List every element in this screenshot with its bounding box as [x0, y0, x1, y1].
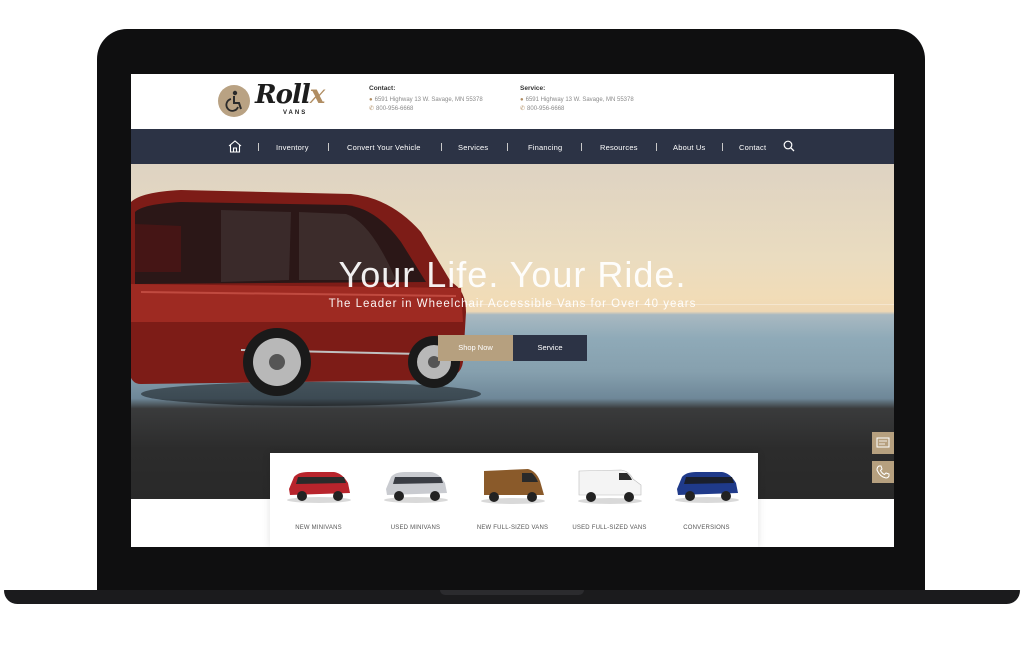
nav-separator — [441, 143, 442, 151]
category-label: USED MINIVANS — [390, 525, 441, 531]
nav-item-about-us[interactable]: About Us — [673, 129, 705, 164]
conversion-minivan-image — [675, 472, 739, 503]
nav-separator — [581, 143, 582, 151]
category-label: NEW MINIVANS — [295, 525, 342, 531]
used-minivan-image — [384, 472, 448, 503]
hero-banner: Your Life. Your Ride. The Leader in Whee… — [131, 164, 894, 499]
location-pin-icon: ● — [369, 97, 373, 103]
chat-button[interactable] — [872, 432, 894, 454]
service-address: ● 6591 Highway 13 W. Savage, MN 55378 — [520, 97, 634, 103]
main-nav: Inventory Convert Your Vehicle Services … — [131, 129, 894, 164]
search-icon[interactable] — [783, 140, 795, 152]
contact-address: ● 6591 Highway 13 W. Savage, MN 55378 — [369, 97, 483, 103]
wheelchair-logo-icon[interactable] — [218, 85, 250, 117]
category-used-full-sized-vans[interactable]: USED FULL-SIZED VANS — [561, 453, 658, 547]
category-label: NEW FULL-SIZED VANS — [476, 525, 549, 531]
home-icon[interactable] — [228, 140, 242, 153]
nav-separator — [507, 143, 508, 151]
category-conversions[interactable]: CONVERSIONS — [658, 453, 755, 547]
category-used-minivans[interactable]: USED MINIVANS — [367, 453, 464, 547]
new-full-sized-van-image — [481, 469, 545, 504]
nav-separator — [656, 143, 657, 151]
nav-item-contact[interactable]: Contact — [739, 129, 766, 164]
hero-subtitle: The Leader in Wheelchair Accessible Vans… — [328, 298, 697, 310]
service-title: Service: — [520, 85, 546, 92]
used-full-sized-van-image — [578, 469, 642, 504]
call-button[interactable] — [872, 461, 894, 483]
service-info: Service: ● 6591 Highway 13 W. Savage, MN … — [520, 84, 634, 114]
category-new-minivans[interactable]: NEW MINIVANS — [270, 453, 367, 547]
vehicle-categories: NEW MINIVANS USED MINIVANS NEW FULL-SIZE… — [270, 453, 758, 547]
nav-separator — [722, 143, 723, 151]
contact-phone[interactable]: ✆ 800-956-6668 — [369, 105, 483, 114]
nav-item-inventory[interactable]: Inventory — [276, 129, 309, 164]
phone-icon — [876, 465, 890, 479]
shop-now-button[interactable]: Shop Now — [438, 335, 513, 361]
category-label: CONVERSIONS — [683, 525, 730, 531]
service-phone[interactable]: ✆ 800-956-6668 — [520, 105, 634, 114]
new-minivan-image — [287, 472, 351, 503]
logo-text[interactable]: Rollx — [255, 80, 325, 110]
nav-separator — [328, 143, 329, 151]
hero-title: Your Life. Your Ride. — [338, 254, 687, 295]
service-button[interactable]: Service — [513, 335, 587, 361]
contact-info: Contact: ● 6591 Highway 13 W. Savage, MN … — [369, 84, 483, 114]
category-new-full-sized-vans[interactable]: NEW FULL-SIZED VANS — [464, 453, 561, 547]
nav-item-financing[interactable]: Financing — [528, 129, 562, 164]
laptop-notch — [440, 590, 584, 595]
contact-title: Contact: — [369, 85, 396, 92]
phone-icon: ✆ — [520, 106, 526, 112]
category-label: USED FULL-SIZED VANS — [572, 525, 647, 531]
nav-item-convert-your-vehicle[interactable]: Convert Your Vehicle — [347, 129, 421, 164]
nav-item-services[interactable]: Services — [458, 129, 488, 164]
site-header: Rollx VANS Contact: ● 6591 Highway 13 W. … — [131, 74, 894, 130]
laptop-screen: Rollx VANS Contact: ● 6591 Highway 13 W. … — [131, 74, 894, 547]
nav-item-resources[interactable]: Resources — [600, 129, 638, 164]
logo-subtext: VANS — [283, 110, 308, 116]
chat-icon — [876, 437, 890, 448]
location-pin-icon: ● — [520, 97, 524, 103]
phone-icon: ✆ — [369, 106, 375, 112]
nav-separator — [258, 143, 259, 151]
